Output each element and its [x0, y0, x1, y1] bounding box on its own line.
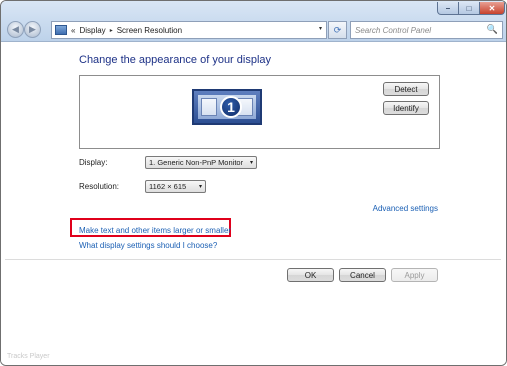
advanced-settings-link[interactable]: Advanced settings [373, 204, 438, 213]
breadcrumb-separator-icon[interactable]: ▸ [110, 27, 113, 34]
make-text-larger-link[interactable]: Make text and other items larger or smal… [79, 226, 231, 235]
detect-button[interactable]: Detect [383, 82, 429, 96]
screen-resolution-window: – □ ✕ ◀ ▶ « Display ▸ Screen Resolution … [0, 0, 507, 366]
back-button[interactable]: ◀ [7, 21, 24, 38]
close-button[interactable]: ✕ [479, 2, 505, 15]
watermark: Tracks Player [7, 353, 50, 360]
refresh-button[interactable]: ⟳ [328, 21, 347, 39]
refresh-icon: ⟳ [333, 24, 342, 35]
back-arrow-icon: ◀ [12, 24, 19, 34]
display-settings-help-link[interactable]: What display settings should I choose? [79, 241, 217, 250]
minimize-button[interactable]: – [437, 2, 459, 15]
breadcrumb-screen-resolution[interactable]: Screen Resolution [117, 26, 182, 35]
monitor-number-badge: 1 [220, 96, 242, 118]
chevron-down-icon: ▾ [249, 160, 253, 166]
monitor-1-icon[interactable]: 1 [192, 89, 262, 125]
display-select[interactable]: 1. Generic Non-PnP Monitor ▾ [145, 156, 257, 169]
page-title: Change the appearance of your display [79, 54, 272, 66]
resolution-select[interactable]: 1162 × 615 ▾ [145, 180, 206, 193]
resolution-label: Resolution: [79, 182, 120, 191]
maximize-button[interactable]: □ [458, 2, 480, 15]
ok-button[interactable]: OK [287, 268, 334, 282]
monitor-screen: 1 [198, 95, 256, 119]
address-dropdown-icon[interactable]: ▾ [319, 25, 322, 32]
display-folder-icon [55, 25, 67, 35]
display-label: Display: [79, 158, 108, 167]
resolution-select-value: 1162 × 615 [149, 182, 187, 191]
forward-arrow-icon: ▶ [29, 24, 36, 34]
chevron-down-icon: ▾ [198, 184, 202, 190]
search-box[interactable]: 🔍 [350, 21, 503, 39]
main-content: Change the appearance of your display 1 … [1, 42, 506, 365]
search-input[interactable] [355, 25, 483, 35]
breadcrumb-display[interactable]: Display [79, 26, 105, 35]
forward-button[interactable]: ▶ [24, 21, 41, 38]
window-pane-left [201, 98, 217, 116]
breadcrumb-prefix[interactable]: « [71, 26, 75, 35]
search-icon[interactable]: 🔍 [487, 24, 498, 35]
address-bar[interactable]: « Display ▸ Screen Resolution ▾ [51, 21, 327, 39]
window-chrome: – □ ✕ ◀ ▶ « Display ▸ Screen Resolution … [1, 1, 506, 42]
identify-button[interactable]: Identify [383, 101, 429, 115]
monitor-arrangement-panel: 1 Detect Identify [79, 75, 440, 149]
cancel-button[interactable]: Cancel [339, 268, 386, 282]
display-select-value: 1. Generic Non-PnP Monitor [149, 158, 244, 167]
footer-divider [5, 259, 501, 260]
apply-button[interactable]: Apply [391, 268, 438, 282]
